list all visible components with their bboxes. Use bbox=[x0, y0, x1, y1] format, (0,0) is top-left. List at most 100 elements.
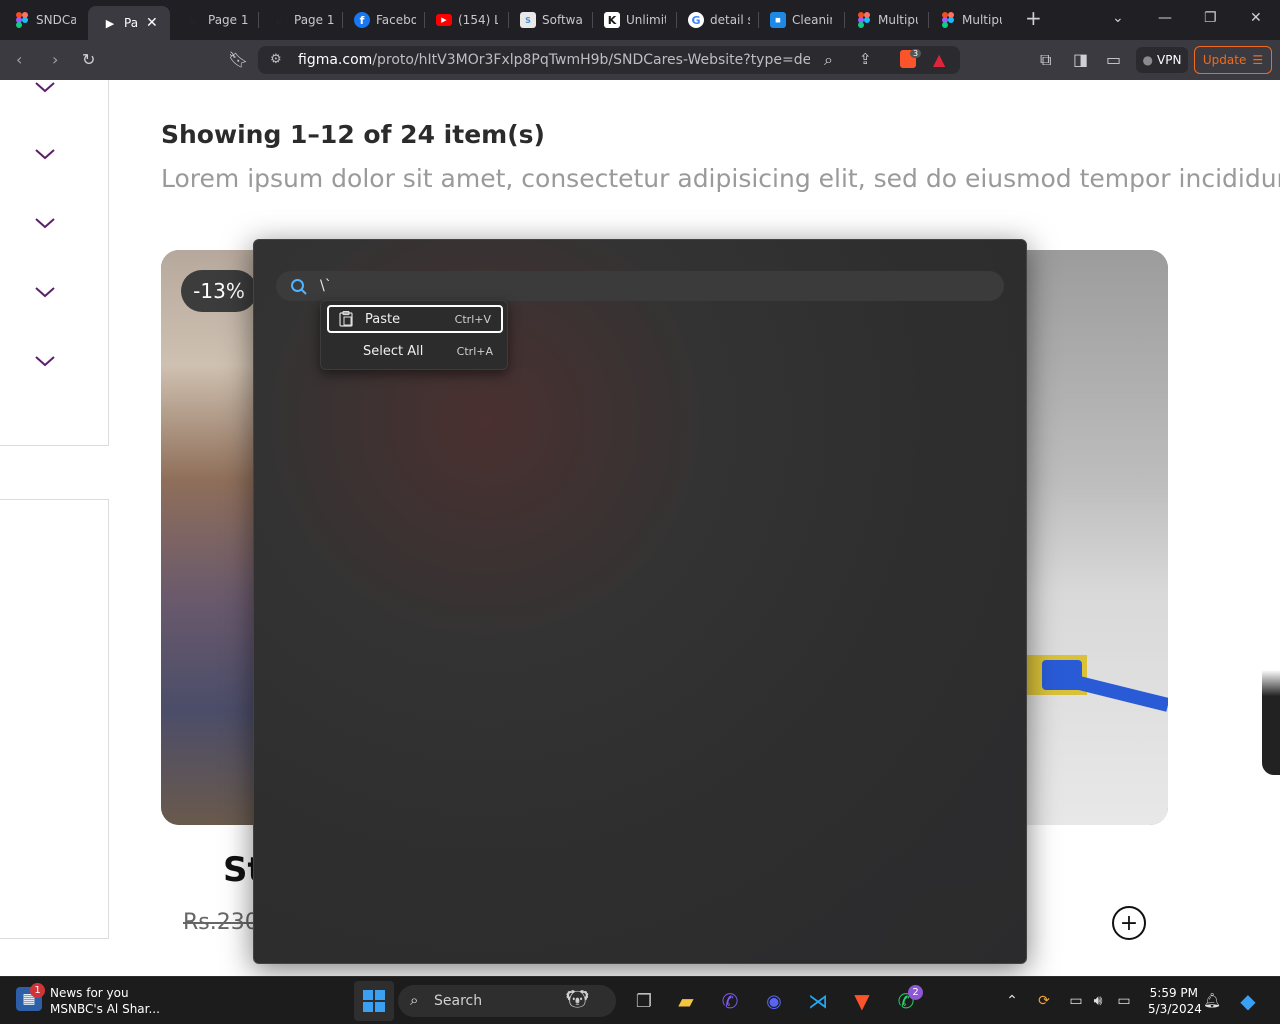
figma-icon bbox=[14, 12, 30, 28]
tab-unlimit[interactable]: K Unlimit bbox=[590, 6, 676, 34]
volume-icon[interactable]: 🔊︎ bbox=[1084, 987, 1112, 1015]
filter-sidebar bbox=[0, 80, 109, 446]
news-badge: 1 bbox=[30, 983, 45, 998]
blue-cable-image bbox=[1027, 655, 1168, 712]
brave-browser-icon[interactable]: ▼ bbox=[848, 987, 876, 1015]
figma-icon bbox=[940, 12, 956, 28]
tray-overflow-icon[interactable]: ⌃ bbox=[998, 987, 1026, 1015]
news-widget[interactable]: News for you MSNBC's Al Shar... bbox=[50, 985, 160, 1017]
sync-icon[interactable]: ⟳ bbox=[1030, 987, 1058, 1015]
tab-page-1[interactable]: ▶ Page 1 bbox=[172, 6, 258, 34]
url-path: /proto/hItV3MOr3Fxlp8PqTwmH9b/SNDCares-W… bbox=[372, 52, 810, 68]
copilot-icon[interactable]: ◆ bbox=[1234, 987, 1262, 1015]
discord-icon[interactable]: ◉ bbox=[760, 987, 788, 1015]
add-to-cart-button[interactable]: + bbox=[1112, 906, 1146, 940]
notifications-bell-icon[interactable]: 🔔︎ bbox=[1198, 987, 1226, 1015]
software-icon: S bbox=[520, 12, 536, 28]
menu-item-label: Select All bbox=[363, 343, 424, 359]
tab-page-1-active[interactable]: ▶ Page 1 ✕ bbox=[88, 6, 170, 40]
classroom-photo bbox=[161, 250, 253, 825]
tab-label: detail s bbox=[710, 13, 750, 27]
file-explorer-icon[interactable]: ▰ bbox=[672, 987, 700, 1015]
taskbar-search-label: Search bbox=[434, 993, 483, 1009]
vscode-icon[interactable]: ⋊ bbox=[804, 987, 832, 1015]
taskbar-search[interactable]: ⌕ Search 🐨︎ bbox=[398, 985, 616, 1017]
chevron-down-icon[interactable] bbox=[34, 285, 56, 299]
menu-item-label: Paste bbox=[365, 311, 401, 327]
menu-item-paste[interactable]: Paste Ctrl+V bbox=[327, 305, 503, 333]
wallet-icon[interactable]: ▭ bbox=[1106, 50, 1121, 69]
search-icon bbox=[291, 279, 307, 295]
url-domain: figma.com bbox=[298, 52, 373, 68]
system-clock[interactable]: 5:59 PM 5/3/2024 bbox=[1148, 985, 1202, 1017]
search-icon: ⌕ bbox=[410, 991, 419, 1009]
tab-multipu[interactable]: Multipu bbox=[842, 6, 928, 34]
google-icon: G bbox=[688, 12, 704, 28]
clock-date: 5/3/2024 bbox=[1148, 1002, 1202, 1016]
battery-icon[interactable]: ▭ bbox=[1110, 987, 1138, 1015]
tab-label: (154) Ly bbox=[458, 13, 498, 27]
news-subtitle: MSNBC's Al Shar... bbox=[50, 1002, 160, 1016]
task-view-icon[interactable]: ❐ bbox=[630, 987, 658, 1015]
tab-google-detail[interactable]: G detail s bbox=[674, 6, 758, 34]
chevron-down-icon[interactable] bbox=[34, 354, 56, 368]
tab-software[interactable]: S Software bbox=[506, 6, 592, 34]
plus-icon: + bbox=[1119, 910, 1139, 936]
youtube-icon: ▶ bbox=[436, 14, 452, 26]
browser-tab-bar: SNDCares ▶ Page 1 ✕ ▶ Page 1 ▶ Page 1 f … bbox=[0, 0, 1280, 40]
cleaning-icon: ◼ bbox=[770, 12, 786, 28]
bookmark-icon[interactable]: 🔖︎ bbox=[228, 50, 248, 69]
sidebar-toggle-icon[interactable]: ◨ bbox=[1073, 50, 1088, 69]
update-label: Update bbox=[1202, 53, 1247, 67]
brave-shield-badge: 3 bbox=[910, 49, 922, 58]
forward-icon[interactable]: › bbox=[52, 50, 58, 69]
search-input-value: \` bbox=[320, 278, 332, 294]
tab-cleaning[interactable]: ◼ Cleaning bbox=[756, 6, 844, 34]
discount-badge: -13% bbox=[181, 270, 257, 312]
windows-logo-icon bbox=[363, 990, 385, 1012]
play-icon: ▶ bbox=[189, 13, 199, 27]
overlay-search-input[interactable] bbox=[276, 271, 1004, 301]
menu-item-select-all[interactable]: Select All Ctrl+A bbox=[327, 337, 503, 365]
clock-time: 5:59 PM bbox=[1149, 986, 1198, 1000]
context-menu: Paste Ctrl+V Select All Ctrl+A bbox=[320, 300, 508, 370]
paste-icon bbox=[339, 311, 353, 327]
results-description: Lorem ipsum dolor sit amet, consectetur … bbox=[161, 164, 1280, 193]
chevron-down-icon[interactable] bbox=[34, 80, 56, 94]
brave-rewards-icon[interactable]: ▲ bbox=[933, 50, 945, 69]
close-tab-icon[interactable]: ✕ bbox=[146, 15, 158, 31]
play-icon: ▶ bbox=[105, 16, 115, 30]
reload-icon[interactable]: ↻ bbox=[82, 50, 95, 69]
tab-label: Facebook bbox=[376, 13, 416, 27]
url-text[interactable]: figma.com/proto/hItV3MOr3Fxlp8PqTwmH9b/S… bbox=[298, 52, 810, 68]
vpn-button[interactable]: ● VPN bbox=[1136, 47, 1188, 73]
play-icon: ▶ bbox=[275, 13, 285, 27]
update-button[interactable]: Update ☰ bbox=[1194, 46, 1272, 74]
start-button[interactable] bbox=[354, 981, 394, 1021]
extensions-icon[interactable]: ⧉ bbox=[1040, 50, 1051, 70]
back-icon[interactable]: ‹ bbox=[16, 50, 22, 69]
chevron-down-icon[interactable] bbox=[34, 147, 56, 161]
close-window-icon[interactable]: ✕ bbox=[1250, 10, 1262, 26]
tab-list-chevron-icon[interactable]: ⌄ bbox=[1112, 10, 1124, 26]
k-icon: K bbox=[604, 12, 620, 28]
viber-icon[interactable]: ✆ bbox=[716, 987, 744, 1015]
tab-multipu[interactable]: Multipu bbox=[926, 6, 1012, 34]
new-tab-icon[interactable]: + bbox=[1025, 6, 1042, 30]
tab-label: Page 1 bbox=[208, 13, 248, 27]
tab-facebook[interactable]: f Facebook bbox=[340, 6, 424, 34]
tab-page-1[interactable]: ▶ Page 1 bbox=[258, 6, 344, 34]
minimize-icon[interactable]: — bbox=[1158, 10, 1172, 26]
menu-item-shortcut: Ctrl+A bbox=[456, 344, 493, 358]
vpn-label: VPN bbox=[1157, 53, 1182, 67]
tab-label: Software bbox=[542, 13, 582, 27]
restore-icon[interactable]: ❐ bbox=[1204, 10, 1217, 26]
figma-icon bbox=[856, 12, 872, 28]
tab-sndcares[interactable]: SNDCares bbox=[0, 6, 88, 34]
menu-item-shortcut: Ctrl+V bbox=[454, 312, 491, 326]
tab-youtube[interactable]: ▶ (154) Ly bbox=[422, 6, 508, 34]
chevron-down-icon[interactable] bbox=[34, 216, 56, 230]
share-icon[interactable]: ⇪ bbox=[859, 50, 872, 68]
zoom-icon[interactable]: ⌕ bbox=[824, 50, 833, 70]
site-settings-icon[interactable]: ⚙ bbox=[270, 52, 282, 67]
